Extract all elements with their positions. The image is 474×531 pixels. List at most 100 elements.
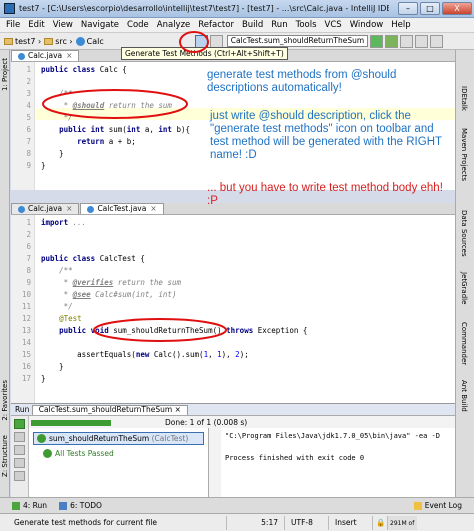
line-number: 10 <box>21 290 31 299</box>
line-number: 3 <box>26 89 31 98</box>
code-line: * @verifies return the sum <box>63 278 181 287</box>
export-icon[interactable] <box>14 471 25 481</box>
tab-calc-java[interactable]: Calc.java × <box>11 203 80 214</box>
passed-icon <box>37 434 46 443</box>
coverage-icon[interactable] <box>400 34 414 48</box>
code-line: } <box>41 161 46 170</box>
help-icon[interactable] <box>430 34 444 48</box>
menu-refactor[interactable]: Refactor <box>198 20 234 30</box>
code-line: */ <box>63 113 73 122</box>
code-line: /** <box>59 266 73 275</box>
close-tab-icon[interactable]: × <box>66 204 72 214</box>
menu-bar: File Edit View Navigate Code Analyze Ref… <box>0 18 474 33</box>
rerun-icon[interactable] <box>14 419 25 429</box>
line-number: 2 <box>26 230 31 239</box>
tab-calctest-java[interactable]: CalcTest.java × <box>80 203 164 214</box>
caret-position[interactable]: 5:17 <box>226 515 284 530</box>
line-number: 6 <box>26 242 31 251</box>
window-controls: – □ X <box>398 2 472 15</box>
console-line: Process finished with exit code 0 <box>225 454 365 462</box>
event-log-tab[interactable]: Event Log <box>413 501 462 510</box>
menu-help[interactable]: Help <box>391 20 410 30</box>
menu-edit[interactable]: Edit <box>28 20 44 30</box>
minimize-button[interactable]: – <box>398 2 418 15</box>
generate-test-methods-icon[interactable] <box>194 34 208 48</box>
breadcrumb-project[interactable]: test7 › <box>4 37 41 46</box>
run-panel-header: Run CalcTest.sum_shouldReturnTheSum × <box>11 404 455 416</box>
ant-build-tool-tab[interactable]: Ant Build <box>460 380 468 412</box>
run-status-row: Done: 1 of 1 (0.008 s) <box>31 418 247 427</box>
stop-icon[interactable] <box>14 432 25 442</box>
window-title: test7 - [C:\Users\escorpio\desarrollo\in… <box>19 4 389 13</box>
favorites-tool-tab[interactable]: 2: Favorites <box>1 380 9 421</box>
code-line: * @see Calc#sum(int, int) <box>63 290 177 299</box>
run-console[interactable]: "C:\Program Files\Java\jdk1.7.0_05\bin\j… <box>221 428 455 498</box>
maximize-button[interactable]: □ <box>420 2 440 15</box>
test-results-tree: sum_shouldReturnTheSum (CalcTest) All Te… <box>29 428 209 498</box>
sort-icon[interactable] <box>14 445 25 455</box>
structure-icon[interactable] <box>209 34 223 48</box>
project-tool-tab[interactable]: 1: Project <box>1 58 9 91</box>
intellij-app-icon <box>4 3 15 14</box>
run-config-tab[interactable]: CalcTest.sum_shouldReturnTheSum × <box>31 404 188 415</box>
menu-run[interactable]: Run <box>271 20 287 30</box>
menu-navigate[interactable]: Navigate <box>81 20 119 30</box>
test-tree-item[interactable]: sum_shouldReturnTheSum (CalcTest) <box>33 432 204 445</box>
line-number: 12 <box>21 314 31 323</box>
menu-view[interactable]: View <box>53 20 73 30</box>
menu-analyze[interactable]: Analyze <box>157 20 191 30</box>
line-number: 6 <box>26 125 31 134</box>
idetalk-tool-tab[interactable]: IDEtalk <box>460 86 468 111</box>
left-tool-strip: 1: Project 2: Favorites Z: Structure <box>0 50 10 497</box>
code-line: * @should return the sum <box>63 101 172 110</box>
menu-window[interactable]: Window <box>350 20 384 30</box>
expand-icon[interactable] <box>14 458 25 468</box>
code-line: public class CalcTest { <box>41 254 145 263</box>
commander-tool-tab[interactable]: Commander <box>460 322 468 365</box>
debug-icon[interactable] <box>385 34 399 48</box>
code-line: assertEquals(new Calc().sum(1, 1), 2); <box>41 350 249 359</box>
close-tab-icon[interactable]: × <box>66 51 72 61</box>
code-line: } <box>41 149 64 158</box>
todo-tool-tab[interactable]: 6: TODO <box>59 501 102 510</box>
run-tool-tab[interactable]: 4: Run <box>12 501 47 510</box>
run-icon <box>12 501 20 510</box>
line-number: 13 <box>21 326 31 335</box>
lock-icon[interactable]: 🔒 <box>372 515 387 530</box>
line-number: 1 <box>26 218 31 227</box>
menu-vcs[interactable]: VCS <box>325 20 342 30</box>
run-config-select[interactable]: CalcTest.sum_shouldReturnTheSum <box>226 35 369 47</box>
tab-calc-java[interactable]: Calc.java × <box>11 50 80 61</box>
close-tab-icon[interactable]: × <box>150 204 156 214</box>
maven-projects-tool-tab[interactable]: Maven Projects <box>460 128 468 181</box>
code-line: return a + b; <box>77 137 136 146</box>
menu-file[interactable]: File <box>6 20 20 30</box>
memory-indicator[interactable]: 291M of 742M <box>387 515 417 530</box>
run-icon[interactable] <box>370 34 384 48</box>
code-line: public class Calc { <box>41 65 127 74</box>
class-icon <box>75 36 85 46</box>
event-log-icon <box>413 501 422 510</box>
breadcrumb-src[interactable]: src › <box>44 37 73 46</box>
test-progress-bar <box>31 419 111 426</box>
menu-code[interactable]: Code <box>127 20 149 30</box>
line-number: 8 <box>26 149 31 158</box>
jetgradle-tool-tab[interactable]: JetGradle <box>460 272 468 304</box>
passed-icon <box>43 449 52 458</box>
status-message: Generate test methods for current file <box>14 518 158 527</box>
right-tool-strip: IDEtalk Maven Projects Data Sources JetG… <box>455 50 474 497</box>
class-icon <box>87 205 95 213</box>
all-tests-passed: All Tests Passed <box>43 449 194 458</box>
data-sources-tool-tab[interactable]: Data Sources <box>460 210 468 257</box>
editor2[interactable]: 1 2 6 7 8 9 10 11 12 13 14 15 16 17 impo… <box>11 215 455 403</box>
folder-icon <box>4 37 13 45</box>
settings-icon[interactable] <box>415 34 429 48</box>
close-button[interactable]: X <box>442 2 472 15</box>
line-number: 7 <box>26 137 31 146</box>
code-line: public void sum_shouldReturnTheSum() thr… <box>59 326 308 335</box>
breadcrumb-calc[interactable]: Calc <box>75 36 104 46</box>
structure-tool-tab[interactable]: Z: Structure <box>1 435 9 477</box>
menu-build[interactable]: Build <box>242 20 263 30</box>
menu-tools[interactable]: Tools <box>296 20 317 30</box>
file-encoding[interactable]: UTF-8 <box>284 515 328 530</box>
